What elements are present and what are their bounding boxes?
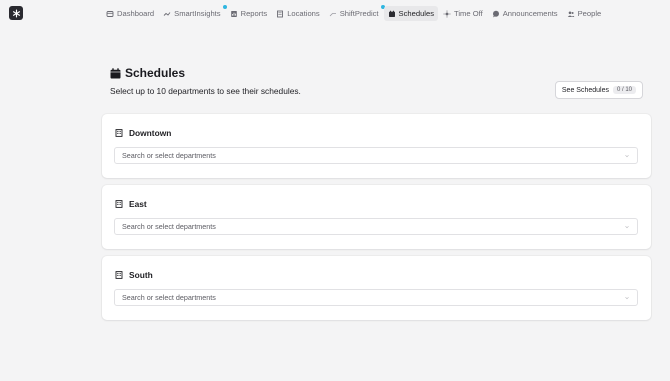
location-name: South [129, 270, 153, 280]
people-icon [567, 10, 575, 18]
location-title: Downtown [115, 128, 171, 138]
nav-item-smartinsights[interactable]: SmartInsights [159, 5, 227, 21]
nav-item-time-off[interactable]: Time Off [439, 6, 487, 21]
page-header: Schedules Select up to 10 departments to… [110, 66, 643, 100]
building-icon [115, 129, 123, 137]
department-select-placeholder: Search or select departments [122, 293, 216, 302]
calendar-icon [110, 67, 121, 78]
nav-item-schedules[interactable]: Schedules [383, 6, 439, 21]
nav-item-label: Schedules [398, 9, 435, 18]
nav-item-label: Locations [287, 9, 320, 18]
report-icon [230, 10, 238, 18]
nav-item-shiftpredict[interactable]: ShiftPredict [325, 5, 385, 21]
nav-item-label: Announcements [502, 9, 558, 18]
nav-item-label: Time Off [454, 9, 483, 18]
department-select[interactable]: Search or select departments [114, 218, 638, 235]
chevron-down-icon [625, 225, 629, 229]
location-card-downtown: Downtown Search or select departments [102, 114, 651, 178]
page-title: Schedules [125, 66, 186, 80]
dashboard-icon [106, 10, 114, 18]
nav-item-announcements[interactable]: Announcements [488, 6, 562, 21]
nav-item-label: People [577, 9, 602, 18]
see-schedules-label: See Schedules [561, 86, 609, 94]
sun-icon [443, 10, 451, 18]
calendar-icon [388, 10, 396, 18]
nav-item-label: Dashboard [117, 9, 155, 18]
see-schedules-button[interactable]: See Schedules 0 / 10 [554, 81, 643, 99]
nav-item-reports[interactable]: Reports [226, 6, 272, 21]
location-title: East [115, 199, 147, 209]
logo-icon [12, 8, 20, 18]
department-select[interactable]: Search or select departments [114, 147, 638, 164]
chat-icon [492, 10, 500, 18]
main-nav: Dashboard SmartInsights Reports Location… [102, 5, 606, 21]
nav-item-label: Reports [240, 9, 268, 18]
building-icon [276, 10, 284, 18]
chevron-down-icon [625, 154, 629, 158]
predict-icon [329, 10, 337, 18]
nav-item-label: ShiftPredict [339, 9, 379, 18]
location-card-south: South Search or select departments [102, 256, 651, 320]
top-navbar: Dashboard SmartInsights Reports Location… [0, 0, 670, 27]
location-card-east: East Search or select departments [102, 185, 651, 249]
location-title: South [115, 270, 153, 280]
nav-item-label: SmartInsights [174, 9, 221, 18]
nav-item-people[interactable]: People [563, 6, 606, 21]
building-icon [115, 271, 123, 279]
page-title-row: Schedules [110, 66, 643, 80]
nav-item-locations[interactable]: Locations [272, 6, 324, 21]
department-select[interactable]: Search or select departments [114, 289, 638, 306]
nav-item-dashboard[interactable]: Dashboard [102, 6, 158, 21]
trend-icon [163, 10, 171, 18]
department-select-placeholder: Search or select departments [122, 222, 216, 231]
location-name: Downtown [129, 128, 172, 138]
location-name: East [129, 199, 147, 209]
department-select-placeholder: Search or select departments [122, 151, 216, 160]
selection-count-badge: 0 / 10 [612, 86, 636, 94]
chevron-down-icon [625, 296, 629, 300]
app-logo[interactable] [9, 6, 23, 20]
building-icon [115, 200, 123, 208]
